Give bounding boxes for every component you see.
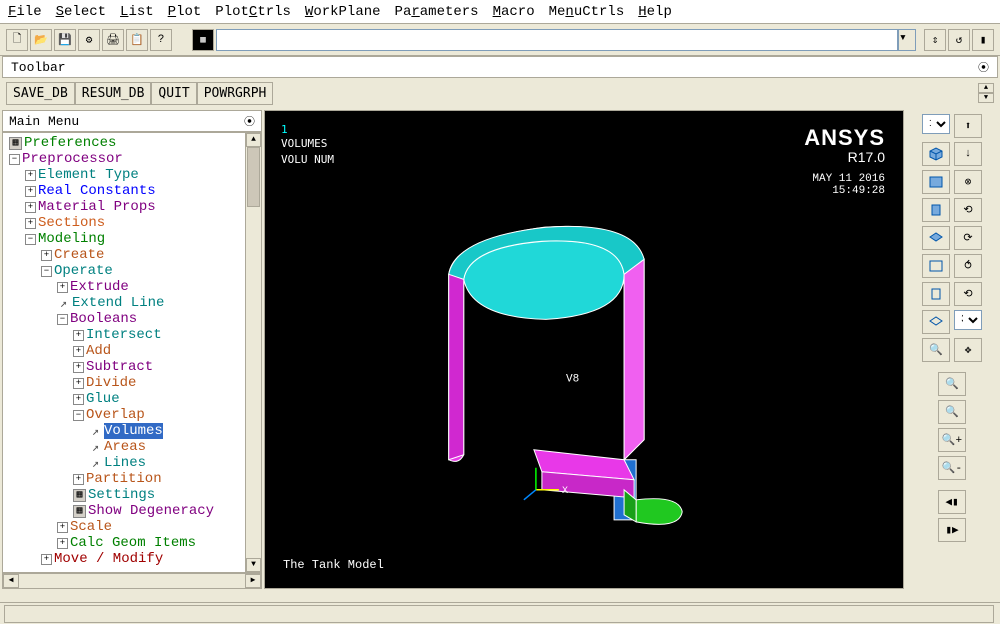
quit-button[interactable]: QUIT <box>151 82 196 105</box>
tree-item-preferences[interactable]: ▦Preferences <box>5 135 245 151</box>
command-dropdown[interactable]: ▾ <box>898 29 916 51</box>
rotate-y-button[interactable]: ⟳ <box>954 226 982 250</box>
zoom-back-button[interactable]: 🔍 <box>938 400 966 424</box>
resum-db-button[interactable]: RESUM_DB <box>75 82 152 105</box>
pan-button[interactable]: ✥ <box>954 338 982 362</box>
contact-button[interactable]: ▮ <box>972 29 994 51</box>
rotate-neg-button[interactable]: ⟲ <box>954 282 982 306</box>
tree-item-sections[interactable]: +Sections <box>5 215 245 231</box>
menu-menuctrls[interactable]: MenuCtrls <box>549 4 625 20</box>
collapse-tree-icon[interactable]: ⦿ <box>244 113 255 129</box>
status-message <box>4 605 994 623</box>
prev-view-button[interactable]: ◀▮ <box>938 490 966 514</box>
rate-select[interactable]: 3 <box>954 310 982 330</box>
model-render: V8 X <box>273 119 895 580</box>
main-menu-title-bar: Main Menu ⦿ <box>2 110 262 132</box>
save-db-button[interactable]: SAVE_DB <box>6 82 75 105</box>
command-icon: ▦ <box>192 29 214 51</box>
toolbar-spinner[interactable]: ▲▼ <box>978 83 994 103</box>
menu-file[interactable]: File <box>8 4 42 20</box>
tree-item-preprocessor[interactable]: −Preprocessor <box>5 151 245 167</box>
statusbar <box>0 602 1000 624</box>
tree-item-booleans[interactable]: −Booleans <box>5 311 245 327</box>
left-view-button[interactable] <box>922 282 950 306</box>
next-view-button[interactable]: ▮▶ <box>938 518 966 542</box>
tree-item-show-degeneracy[interactable]: ▦Show Degeneracy <box>5 503 245 519</box>
window-select[interactable]: 1 <box>922 114 950 134</box>
tree-item-settings[interactable]: ▦Settings <box>5 487 245 503</box>
front-view-button[interactable] <box>922 170 950 194</box>
tree-item-add[interactable]: +Add <box>5 343 245 359</box>
tree-item-overlap[interactable]: −Overlap <box>5 407 245 423</box>
command-input[interactable] <box>216 29 898 51</box>
tree-item-areas[interactable]: ↗Areas <box>5 439 245 455</box>
tree-item-partition[interactable]: +Partition <box>5 471 245 487</box>
right-view-button[interactable] <box>922 198 950 222</box>
main-menu-title: Main Menu <box>9 114 79 129</box>
tree-item-calc-geom-items[interactable]: +Calc Geom Items <box>5 535 245 551</box>
rotate-z-button[interactable]: ⥀ <box>954 254 982 278</box>
tree-item-material-props[interactable]: +Material Props <box>5 199 245 215</box>
menubar: File Select List Plot PlotCtrls WorkPlan… <box>0 0 1000 24</box>
tree-vscrollbar[interactable]: ▲ ▼ <box>245 133 261 572</box>
tree-item-element-type[interactable]: +Element Type <box>5 167 245 183</box>
reset-button[interactable]: ↺ <box>948 29 970 51</box>
report-button[interactable]: 📋 <box>126 29 148 51</box>
tree-item-real-constants[interactable]: +Real Constants <box>5 183 245 199</box>
save-button[interactable]: 💾 <box>54 29 76 51</box>
bottom-view-button[interactable] <box>922 310 950 334</box>
zoom-win-button[interactable]: 🔍 <box>922 338 950 362</box>
tree-body[interactable]: ▦Preferences−Preprocessor+Element Type+R… <box>3 133 245 572</box>
help-button[interactable]: ? <box>150 29 172 51</box>
pan-zoom-button[interactable]: ⚙ <box>78 29 100 51</box>
menu-list[interactable]: List <box>120 4 154 20</box>
iso-view-button[interactable] <box>922 142 950 166</box>
menu-macro[interactable]: Macro <box>493 4 535 20</box>
tree-item-divide[interactable]: +Divide <box>5 375 245 391</box>
zoom-fit-button[interactable]: 🔍 <box>938 372 966 396</box>
top-view-button[interactable] <box>922 226 950 250</box>
tree-item-operate[interactable]: −Operate <box>5 263 245 279</box>
svg-text:X: X <box>562 486 568 497</box>
toolbar-label-row: Toolbar ⦿ <box>2 56 998 78</box>
tree-hscrollbar[interactable]: ◀▶ <box>2 573 262 589</box>
powrgrph-button[interactable]: POWRGRPH <box>197 82 274 105</box>
raise-hidden-button[interactable]: ⇕ <box>924 29 946 51</box>
menu-plot[interactable]: Plot <box>168 4 202 20</box>
menu-workplane[interactable]: WorkPlane <box>305 4 381 20</box>
collapse-toolbar-icon[interactable]: ⦿ <box>978 59 989 75</box>
tree-item-volumes[interactable]: ↗Volumes <box>5 423 245 439</box>
tree-item-subtract[interactable]: +Subtract <box>5 359 245 375</box>
tree-item-scale[interactable]: +Scale <box>5 519 245 535</box>
toolbar-label: Toolbar <box>11 60 66 75</box>
right-toolbar: 1 ⬆ ↓ ⊗ ⟲ ⟳ ⥀ ⟲ 3 🔍✥ 🔍 🔍 🔍+ 🔍- ◀▮ ▮▶ <box>906 110 998 589</box>
tree-item-extend-line[interactable]: ↗Extend Line <box>5 295 245 311</box>
back-view-button[interactable] <box>922 254 950 278</box>
new-button[interactable]: 🗋 <box>6 29 28 51</box>
menu-select[interactable]: Select <box>56 4 106 20</box>
menu-parameters[interactable]: Parameters <box>395 4 479 20</box>
tree-item-lines[interactable]: ↗Lines <box>5 455 245 471</box>
tree-item-extrude[interactable]: +Extrude <box>5 279 245 295</box>
menu-plotctrls[interactable]: PlotCtrls <box>215 4 291 20</box>
rotate-x-button[interactable]: ⟲ <box>954 198 982 222</box>
tree-item-create[interactable]: +Create <box>5 247 245 263</box>
zoom-in-button[interactable]: 🔍+ <box>938 428 966 452</box>
icon-toolbar: 🗋 📂 💾 ⚙ 🖨 📋 ? ▦ ▾ ⇕ ↺ ▮ <box>0 24 1000 56</box>
fit-view-button[interactable]: ⬆ <box>954 114 982 138</box>
zoom-out-button[interactable]: 🔍- <box>938 456 966 480</box>
oblique-view-button[interactable]: ↓ <box>954 142 982 166</box>
main-menu-panel: Main Menu ⦿ ▦Preferences−Preprocessor+El… <box>2 110 262 589</box>
graphics-viewport[interactable]: 1 VOLUMES VOLU NUM ANSYS R17.0 MAY 11 20… <box>264 110 904 589</box>
tree-item-intersect[interactable]: +Intersect <box>5 327 245 343</box>
custom-toolbar: SAVE_DB RESUM_DB QUIT POWRGRPH ▲▼ <box>0 78 1000 108</box>
svg-text:V8: V8 <box>566 374 579 386</box>
tree-item-move-modify[interactable]: +Move / Modify <box>5 551 245 567</box>
dyn-rotate-button[interactable]: ⊗ <box>954 170 982 194</box>
print-button[interactable]: 🖨 <box>102 29 124 51</box>
tree-item-modeling[interactable]: −Modeling <box>5 231 245 247</box>
menu-help[interactable]: Help <box>638 4 672 20</box>
tree-item-glue[interactable]: +Glue <box>5 391 245 407</box>
open-button[interactable]: 📂 <box>30 29 52 51</box>
